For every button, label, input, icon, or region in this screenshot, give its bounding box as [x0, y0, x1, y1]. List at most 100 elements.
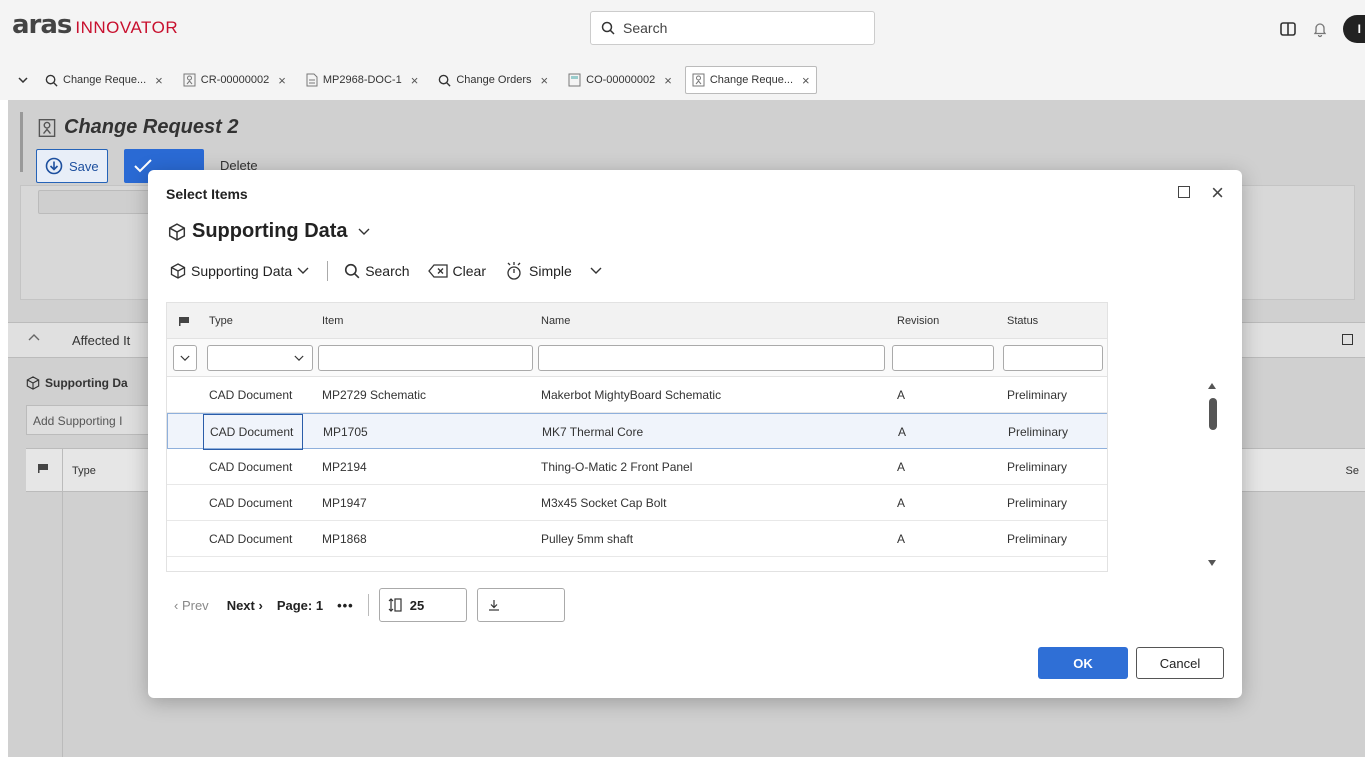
column-header-name[interactable]: Name: [541, 315, 570, 327]
cell-item: MP2194: [322, 460, 367, 474]
table-row[interactable]: CAD Document MP1947 M3x45 Socket Cap Bol…: [167, 485, 1107, 521]
add-supporting-input[interactable]: Add Supporting I: [26, 405, 166, 435]
tab-close-icon[interactable]: ×: [411, 73, 419, 88]
cancel-button[interactable]: Cancel: [1136, 647, 1224, 679]
cube-icon: [170, 263, 186, 279]
flag-icon: [38, 464, 48, 473]
cell-revision: A: [898, 425, 907, 439]
table-row-selected[interactable]: CAD Document MP1705 MK7 Thermal Core A P…: [167, 413, 1107, 450]
tab-change-request-active[interactable]: Change Reque... ×: [684, 66, 817, 94]
column-header-type[interactable]: Type: [209, 315, 233, 327]
tab-label: Change Reque...: [63, 74, 147, 86]
global-search-input[interactable]: Search: [590, 11, 875, 45]
export-button[interactable]: [476, 588, 565, 622]
logo-sub-text: INNOVATOR: [75, 18, 179, 37]
chevron-down-icon: [294, 355, 304, 361]
bell-icon[interactable]: [1311, 20, 1329, 38]
table-row[interactable]: CAD Document MP2729 Schematic Makerbot M…: [167, 377, 1107, 413]
search-button[interactable]: Search: [344, 263, 410, 279]
column-header-status[interactable]: Status: [1007, 315, 1038, 327]
prev-page-button[interactable]: ‹ Prev: [174, 598, 209, 613]
cell-type: CAD Document: [210, 425, 294, 439]
tab-close-icon[interactable]: ×: [541, 73, 549, 88]
ok-button[interactable]: OK: [1038, 647, 1128, 679]
dialog-heading[interactable]: Supporting Data: [168, 220, 370, 243]
tab-close-icon[interactable]: ×: [155, 73, 163, 88]
tab-close-icon[interactable]: ×: [802, 73, 810, 88]
column-header-item[interactable]: Item: [322, 315, 343, 327]
tab-list-chevron-down-icon[interactable]: [16, 77, 30, 83]
more-options-dropdown[interactable]: [590, 267, 602, 275]
type-filter-select[interactable]: [207, 345, 313, 371]
column-header-revision[interactable]: Revision: [897, 315, 939, 327]
tab-label: Change Reque...: [709, 74, 793, 86]
chevron-up-icon[interactable]: [28, 333, 40, 341]
cell-name: Pulley 5mm shaft: [541, 532, 634, 546]
tab-close-icon[interactable]: ×: [278, 73, 286, 88]
more-pages-button[interactable]: •••: [337, 598, 354, 613]
cell-name: M3x45 Socket Cap Bolt: [541, 496, 667, 510]
table-row[interactable]: CAD Document MP1868 Pulley 5mm shaft A P…: [167, 521, 1107, 557]
grid-filter-row: [167, 339, 1107, 377]
tab-co-00000002[interactable]: CO-00000002 ×: [561, 66, 679, 94]
affected-items-label: Affected It: [72, 333, 131, 348]
column-header-type: Type: [72, 465, 96, 477]
select-items-dialog: Select Items × Supporting Data Supportin…: [148, 170, 1242, 698]
search-mode-button[interactable]: Simple: [504, 261, 572, 281]
split-view-icon[interactable]: [1279, 20, 1297, 38]
chevron-down-icon: [297, 267, 309, 274]
form-title: Change Request 2: [38, 116, 238, 139]
global-search-placeholder: Search: [623, 20, 668, 36]
maximize-icon[interactable]: [1342, 334, 1353, 345]
change-request-icon: [692, 73, 705, 87]
change-order-icon: [568, 73, 581, 87]
page-size-input[interactable]: 25: [378, 588, 467, 622]
dialog-toolbar: Supporting Data Search Clear Simple: [170, 260, 620, 282]
scrollbar-thumb[interactable]: [1209, 398, 1217, 430]
cell-name: Thing-O-Matic 2 Front Panel: [541, 460, 693, 474]
filter-menu-dropdown[interactable]: [173, 345, 197, 371]
change-request-icon: [183, 73, 196, 87]
next-page-button[interactable]: Next ›: [227, 598, 263, 613]
scroll-up-arrow-icon[interactable]: [1208, 383, 1216, 389]
chevron-down-icon[interactable]: [358, 228, 370, 236]
cell-revision: A: [897, 532, 906, 546]
cube-icon: [168, 222, 186, 241]
page-indicator: Page: 1: [276, 597, 324, 613]
dialog-title: Select Items: [166, 186, 248, 202]
revision-filter-input[interactable]: [892, 345, 994, 371]
tab-mp2968-doc-1[interactable]: MP2968-DOC-1 ×: [299, 66, 425, 94]
logo-main-text: aras: [12, 10, 72, 40]
status-filter-input[interactable]: [1003, 345, 1103, 371]
tab-change-requests-search[interactable]: Change Reque... ×: [38, 66, 170, 94]
scroll-down-arrow-icon[interactable]: [1208, 560, 1216, 566]
close-icon[interactable]: ×: [1211, 180, 1224, 206]
cell-item: MP1868: [322, 532, 367, 546]
search-icon: [439, 74, 451, 87]
tab-label: Change Orders: [456, 74, 532, 86]
item-filter-input[interactable]: [318, 345, 533, 371]
clear-button[interactable]: Clear: [427, 263, 486, 279]
app-logo[interactable]: aras INNOVATOR: [12, 10, 178, 40]
user-avatar[interactable]: I: [1343, 15, 1365, 43]
tab-cr-00000002[interactable]: CR-00000002 ×: [176, 66, 293, 94]
maximize-icon[interactable]: [1178, 186, 1190, 198]
cell-name: Makerbot MightyBoard Schematic: [541, 388, 722, 402]
cell-revision: A: [897, 460, 906, 474]
cell-type: CAD Document: [209, 460, 293, 474]
tab-label: CR-00000002: [200, 74, 270, 86]
cell-status: Preliminary: [1007, 496, 1068, 510]
table-row[interactable]: CAD Document MP2194 Thing-O-Matic 2 Fron…: [167, 449, 1107, 485]
search-mode-label: Simple: [529, 263, 572, 279]
clear-icon: [427, 264, 448, 278]
flag-icon: [179, 317, 189, 326]
cell-status: Preliminary: [1007, 388, 1068, 402]
itemtype-dropdown[interactable]: Supporting Data: [170, 263, 309, 279]
tab-change-orders-search[interactable]: Change Orders ×: [431, 66, 555, 94]
page-size-icon: [388, 598, 402, 612]
name-filter-input[interactable]: [538, 345, 885, 371]
save-label: Save: [69, 158, 99, 174]
tab-close-icon[interactable]: ×: [664, 73, 672, 88]
save-button[interactable]: Save: [36, 149, 108, 183]
download-icon: [488, 600, 499, 611]
